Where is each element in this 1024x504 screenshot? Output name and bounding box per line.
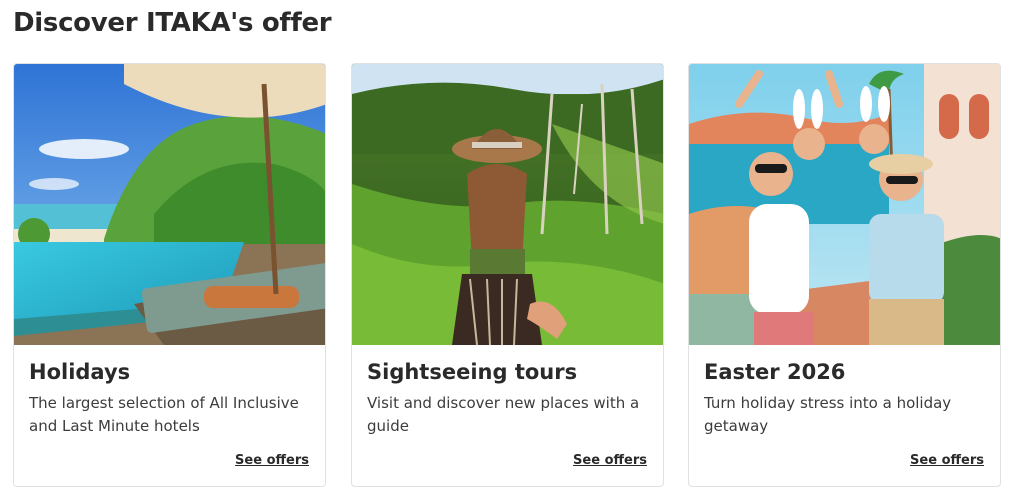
easter-2026-image[interactable]: [689, 64, 1000, 345]
page-title: Discover ITAKA's offer: [13, 8, 332, 38]
sightseeing-tours-image[interactable]: [352, 64, 663, 345]
see-offers-link[interactable]: See offers: [910, 453, 984, 468]
card-description: Visit and discover new places with a gui…: [367, 394, 640, 435]
card-title: Easter 2026: [704, 360, 846, 384]
see-offers-link[interactable]: See offers: [573, 453, 647, 468]
card-description: Turn holiday stress into a holiday getaw…: [704, 394, 952, 435]
see-offers-link[interactable]: See offers: [235, 453, 309, 468]
offer-card-easter-2026[interactable]: Easter 2026 Turn holiday stress into a h…: [688, 63, 1001, 487]
offer-cards: Holidays The largest selection of All In…: [13, 63, 1003, 487]
card-description: The largest selection of All Inclusive a…: [29, 394, 299, 435]
offer-card-holidays[interactable]: Holidays The largest selection of All In…: [13, 63, 326, 487]
card-title: Sightseeing tours: [367, 360, 578, 384]
offer-card-sightseeing-tours[interactable]: Sightseeing tours Visit and discover new…: [351, 63, 664, 487]
card-title: Holidays: [29, 360, 131, 384]
holidays-image[interactable]: [14, 64, 325, 345]
